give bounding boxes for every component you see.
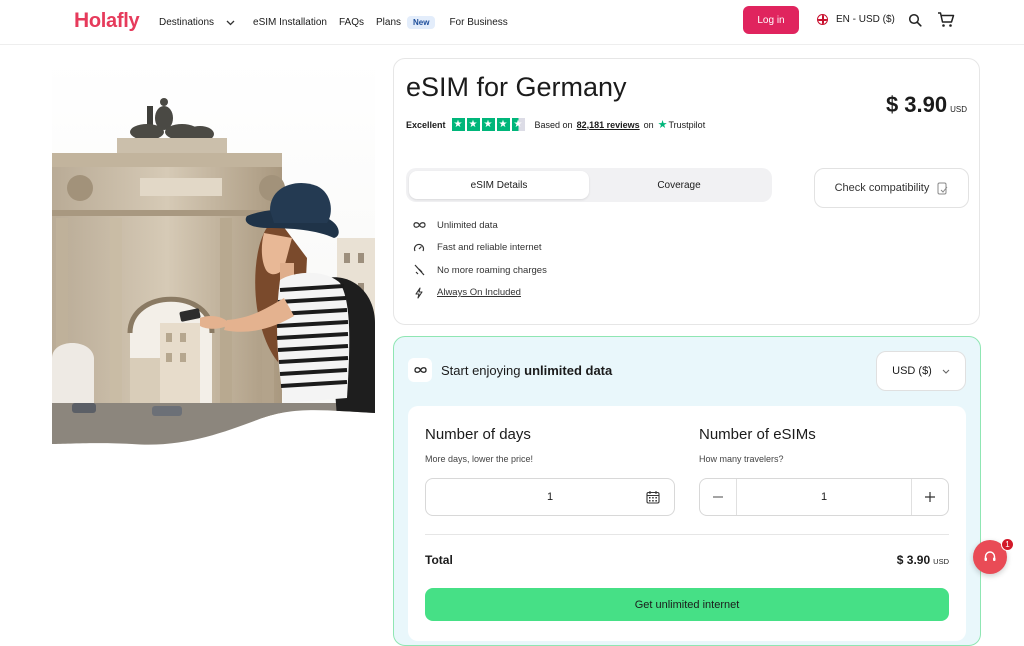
feature-label: No more roaming charges — [437, 264, 547, 276]
star-icon: ★ — [496, 118, 510, 131]
tab-coverage[interactable]: Coverage — [589, 171, 769, 199]
nav-faqs[interactable]: FAQs — [339, 17, 364, 28]
check-compatibility-button[interactable]: Check compatibility — [814, 168, 969, 208]
trustpilot-label: Trustpilot — [668, 119, 706, 130]
hero-image-traveler-at-gate — [52, 58, 375, 445]
star-icon: ★ — [481, 118, 495, 131]
total-label: Total — [425, 553, 453, 567]
nav-plans-label: Plans — [375, 17, 401, 28]
half-star-icon: ★ — [511, 118, 525, 131]
rating-word: Excellent — [406, 119, 446, 130]
plan-header: Start enjoying unlimited data — [408, 358, 612, 382]
rating-stars: ★ ★ ★ ★ ★ — [451, 118, 527, 131]
decrement-button[interactable] — [700, 479, 737, 515]
login-button[interactable]: Log in — [743, 6, 799, 34]
plus-icon — [925, 492, 935, 502]
nav-destinations[interactable]: Destinations — [159, 17, 235, 28]
currency-select[interactable]: USD ($) — [876, 351, 966, 391]
nav-esim-installation[interactable]: eSIM Installation — [253, 17, 327, 28]
calendar-icon[interactable] — [646, 490, 660, 504]
get-unlimited-internet-button[interactable]: Get unlimited internet — [425, 588, 949, 621]
trustpilot-rating: Excellent ★ ★ ★ ★ ★ Based on 82,181 revi… — [406, 118, 705, 131]
nav-destinations-label: Destinations — [159, 17, 215, 28]
days-date-input[interactable]: 1 — [425, 478, 675, 516]
trustpilot-logo: ★ Trustpilot — [658, 118, 706, 131]
feature-label: Fast and reliable internet — [437, 242, 542, 254]
price-value: $ 3.90 — [885, 92, 948, 117]
plan-options-panel: Number of days More days, lower the pric… — [408, 406, 966, 641]
currency-value: USD ($) — [892, 365, 932, 377]
feature-unlimited-data: Unlimited data — [412, 214, 547, 237]
uk-flag-icon — [817, 14, 828, 25]
nav-plans[interactable]: Plans New — [375, 16, 436, 29]
minus-icon — [713, 496, 723, 498]
tab-esim-details[interactable]: eSIM Details — [409, 171, 589, 199]
plan-selector-card: Start enjoying unlimited data USD ($) Nu… — [393, 336, 981, 646]
esims-subtitle: How many travelers? — [699, 454, 784, 464]
phone-check-icon — [937, 182, 948, 194]
plan-title-bold: unlimited data — [524, 362, 613, 378]
cart-icon[interactable] — [937, 11, 955, 28]
chat-notification-badge: 1 — [1001, 538, 1014, 551]
headset-icon — [984, 551, 996, 561]
no-signal-icon — [412, 263, 426, 277]
plan-title-prefix: Start enjoying — [441, 362, 521, 378]
logo-rest: olafly — [88, 10, 140, 32]
esims-quantity-stepper: 1 — [699, 478, 949, 516]
price-currency: USD — [950, 105, 967, 114]
lightning-icon — [412, 286, 426, 300]
infinity-icon — [412, 218, 426, 232]
new-badge: New — [407, 16, 436, 29]
nav-for-business[interactable]: For Business — [449, 17, 507, 28]
star-icon: ★ — [451, 118, 465, 131]
chevron-down-icon — [942, 369, 950, 374]
feature-always-on: Always On Included — [412, 282, 547, 305]
always-on-link[interactable]: Always On Included — [437, 287, 521, 298]
chevron-down-icon — [226, 20, 235, 25]
product-card: eSIM for Germany Excellent ★ ★ ★ ★ ★ Bas… — [393, 58, 980, 325]
search-icon[interactable] — [908, 13, 922, 27]
product-title: eSIM for Germany — [406, 72, 627, 102]
days-value: 1 — [546, 491, 554, 503]
main-nav: Destinations eSIM Installation FAQs Plan… — [159, 0, 508, 45]
language-currency-selector[interactable]: EN - USD ($) — [817, 14, 895, 25]
feature-label: Unlimited data — [437, 219, 498, 231]
reviews-link[interactable]: 82,181 reviews — [577, 120, 640, 130]
days-label: Number of days — [425, 426, 531, 443]
total-price-value: $ 3.90 — [896, 553, 931, 567]
divider — [425, 534, 949, 535]
trustpilot-star-icon: ★ — [657, 119, 668, 131]
product-price: $ 3.90 USD — [886, 92, 967, 118]
logo-initial: H — [74, 9, 89, 32]
speedometer-icon — [412, 241, 426, 255]
on-text: on — [643, 119, 654, 130]
check-compatibility-label: Check compatibility — [834, 182, 930, 194]
holafly-logo[interactable]: Holafly — [74, 9, 140, 33]
total-price: $ 3.90 USD — [897, 553, 949, 567]
language-currency-label: EN - USD ($) — [836, 14, 895, 25]
based-on-text: Based on — [534, 119, 573, 130]
top-navigation-bar: Holafly Destinations eSIM Installation F… — [0, 0, 1024, 45]
feature-no-roaming: No more roaming charges — [412, 259, 547, 282]
feature-list: Unlimited data Fast and reliable interne… — [412, 214, 547, 304]
plan-title: Start enjoying unlimited data — [441, 363, 612, 378]
infinity-icon — [408, 358, 432, 382]
total-price-currency: USD — [933, 557, 949, 566]
esims-label: Number of eSIMs — [699, 426, 816, 443]
increment-button[interactable] — [911, 479, 948, 515]
days-subtitle: More days, lower the price! — [425, 454, 534, 464]
star-icon: ★ — [466, 118, 480, 131]
product-tabs: eSIM Details Coverage — [406, 168, 772, 202]
feature-fast-internet: Fast and reliable internet — [412, 237, 547, 260]
esims-value[interactable]: 1 — [737, 491, 911, 503]
